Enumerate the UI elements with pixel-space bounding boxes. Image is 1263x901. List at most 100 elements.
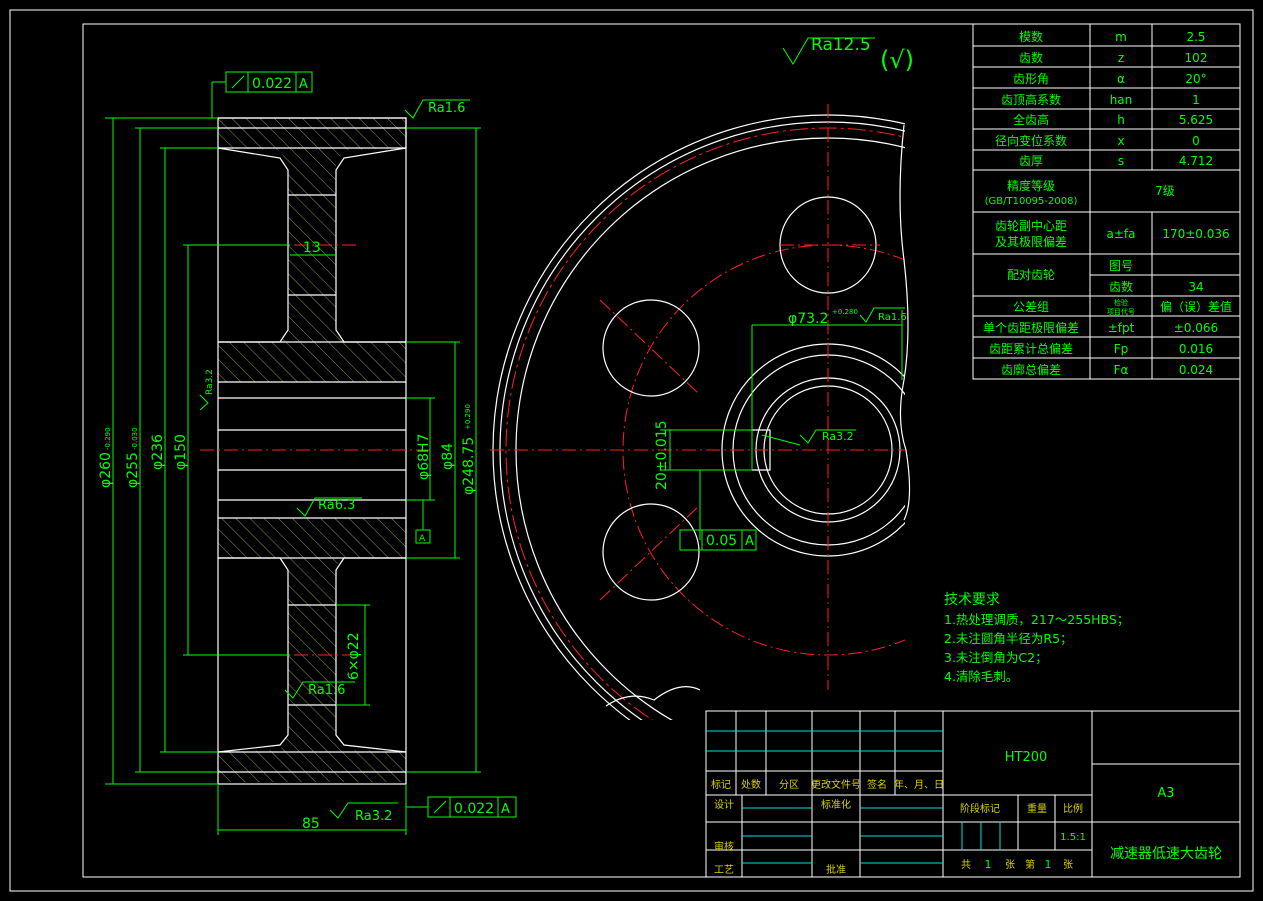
standardization: 标准化 — [821, 798, 851, 811]
roughness-top: Ra12.5 — [811, 35, 871, 55]
mating-name: 配对齿轮 — [1007, 268, 1055, 282]
dim-255-tol: -0.030 — [131, 427, 139, 450]
page-number: 1 — [1045, 858, 1052, 871]
ra-web: Ra1.6 — [308, 683, 345, 698]
sym-datum: A — [745, 534, 754, 549]
page-label: 第 — [1025, 858, 1035, 871]
tol-name: 齿距累计总偏差 — [989, 341, 1073, 356]
tol-sym: ±fpt — [1108, 321, 1135, 335]
tol-sym: Fp — [1114, 342, 1129, 356]
param-name: 模数 — [1019, 29, 1043, 44]
param-val: 5.625 — [1179, 113, 1213, 127]
h-date: 年、月、日 — [894, 778, 944, 791]
h-mark: 标记 — [711, 779, 731, 791]
dim-68h7: φ68H7 — [416, 434, 432, 480]
ra-face: Ra1.6 — [428, 101, 465, 116]
center-val: 170±0.036 — [1162, 227, 1229, 241]
param-name: 齿数 — [1019, 50, 1043, 65]
bore-ra: Ra1.6 — [878, 312, 907, 323]
tol-name: 单个齿距极限偏差 — [983, 320, 1079, 335]
tol-val: 0.024 — [1179, 363, 1213, 377]
dim-84: φ84 — [440, 443, 456, 470]
total-label: 共 — [961, 859, 971, 871]
param-sym: h — [1117, 113, 1125, 127]
design: 设计 — [714, 798, 734, 811]
dim-248: φ248.75 — [461, 437, 477, 495]
param-name: 全齿高 — [1013, 112, 1049, 127]
dim-248-tol: +0.290 — [464, 404, 472, 430]
param-sym: z — [1118, 51, 1124, 65]
param-sym: α — [1117, 72, 1125, 86]
paper-size: A3 — [1157, 786, 1174, 801]
center-name-1: 齿轮副中心距 — [995, 218, 1067, 233]
h-doc: 更改文件号 — [811, 778, 861, 791]
dim-260-tol: -0.290 — [104, 427, 112, 450]
key-ra: Ra3.2 — [822, 430, 854, 443]
ra-bore-side: Ra3.2 — [205, 369, 215, 395]
stage-mark: 阶段标记 — [960, 802, 1000, 815]
accuracy-name: 精度等级 — [1007, 178, 1055, 193]
runout-value: 0.022 — [454, 801, 494, 817]
mating-teeth: 齿数 — [1109, 279, 1133, 294]
param-name: 齿形角 — [1013, 72, 1049, 86]
tolgroup-val: 偏（误）差值 — [1160, 299, 1232, 314]
param-name: 齿顶高系数 — [1001, 92, 1061, 107]
drawing-canvas: 0.022 A Ra1.6 13 Ra3.2 Ra6.3 A Ra1.6 6×φ… — [9, 9, 1254, 892]
weight: 重量 — [1027, 802, 1047, 815]
tolgroup-name: 公差组 — [1013, 300, 1049, 314]
param-table: 模数 m 2.5 齿数 z 102 齿形角 α 20° 齿顶高系数 han 1 … — [983, 29, 1232, 377]
bottom-width: 85 — [302, 816, 320, 832]
tech-item-1: 1.热处理调质，217～255HBS； — [944, 612, 1129, 627]
tol-sym: Fα — [1114, 363, 1129, 377]
runout-datum: A — [501, 802, 510, 817]
param-val: 0 — [1192, 134, 1200, 148]
param-val: 20° — [1185, 72, 1206, 86]
bore-tol: +0.280 — [832, 308, 858, 316]
tolgroup-sym1: 检验 — [1114, 298, 1128, 307]
tech-item-4: 4.清除毛刺。 — [944, 669, 1018, 684]
tol-val: ±0.066 — [1174, 321, 1218, 335]
h-zone: 分区 — [779, 779, 799, 791]
front-dims — [660, 307, 905, 551]
param-name: 齿厚 — [1019, 154, 1043, 168]
craft: 工艺 — [714, 864, 734, 876]
holes-dim: 6×φ22 — [346, 632, 362, 680]
tol-name: 齿廓总偏差 — [1001, 362, 1061, 377]
dim-260: φ260 — [98, 452, 114, 488]
roughness-mark: (√) — [880, 46, 914, 74]
material: HT200 — [1005, 750, 1048, 765]
scale-value: 1.5:1 — [1060, 832, 1086, 843]
bore-dim: φ73.2 — [788, 311, 828, 327]
mating-drawing: 图号 — [1109, 259, 1133, 273]
scale-label: 比例 — [1063, 802, 1083, 815]
key-width: 20±0.015 — [654, 420, 670, 490]
sheets-label-2: 张 — [1063, 859, 1073, 871]
approve: 批准 — [826, 863, 846, 876]
center-name-2: 及其极限偏差 — [995, 234, 1067, 249]
h-count: 处数 — [741, 778, 761, 791]
param-val: 2.5 — [1186, 30, 1205, 44]
param-sym: s — [1118, 154, 1124, 168]
param-sym: m — [1115, 30, 1127, 44]
section-dims — [105, 37, 875, 835]
param-val: 102 — [1185, 51, 1208, 65]
mating-teeth-val: 34 — [1188, 280, 1203, 294]
total-count: 1 — [985, 858, 992, 871]
part-name: 减速器低速大齿轮 — [1110, 846, 1222, 862]
flatness-datum: A — [299, 77, 308, 92]
review: 审核 — [714, 840, 734, 853]
ra-bottom: Ra3.2 — [355, 809, 392, 824]
dim-255: φ255 — [125, 452, 141, 488]
accuracy-val: 7级 — [1155, 184, 1175, 198]
ra-hub: Ra6.3 — [318, 498, 355, 513]
h-sign: 签名 — [867, 778, 887, 791]
tech-title: 技术要求 — [944, 592, 1000, 608]
tol-val: 0.016 — [1179, 342, 1213, 356]
tolgroup-sym2: 项目代号 — [1107, 307, 1135, 316]
param-val: 1 — [1192, 93, 1200, 107]
dim-150: φ150 — [173, 434, 189, 470]
tech-item-3: 3.未注倒角为C2； — [944, 650, 1048, 665]
center-sym: a±fa — [1107, 227, 1136, 241]
dim-236: φ236 — [150, 434, 166, 470]
sheets-label: 张 — [1005, 859, 1015, 871]
